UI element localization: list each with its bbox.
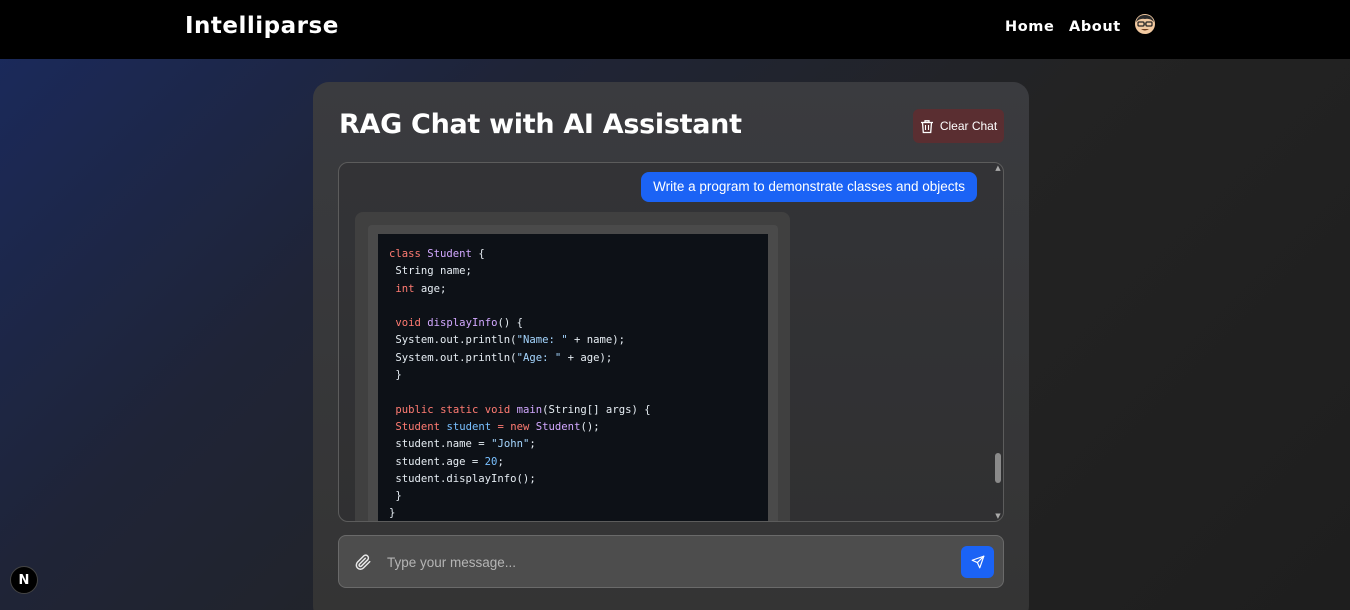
code-line: }: [389, 490, 402, 503]
code-line: void displayInfo() {: [395, 317, 523, 330]
user-message-bubble: Write a program to demonstrate classes a…: [641, 172, 977, 202]
code-line: public static void main(String[] args) {: [395, 403, 651, 416]
code-line: String name;: [389, 265, 472, 278]
code-block: class Student { String name; int age; vo…: [378, 234, 768, 521]
assistant-message-bubble: class Student { String name; int age; vo…: [355, 212, 790, 521]
code-line: Student student = new Student();: [395, 420, 600, 433]
clear-chat-label: Clear Chat: [939, 119, 998, 133]
nav-link-home[interactable]: Home: [1005, 19, 1054, 35]
scroll-up-arrow-icon[interactable]: ▲: [994, 163, 1002, 173]
code-line: System.out.println("Age: " + age);: [389, 351, 613, 364]
chat-messages[interactable]: Write a program to demonstrate classes a…: [338, 162, 1004, 522]
code-line: student.displayInfo();: [389, 472, 536, 485]
code-line: System.out.println("Name: " + name);: [389, 334, 625, 347]
chat-scrollbar[interactable]: ▲ ▼: [993, 163, 1003, 521]
code-line: int age;: [395, 282, 447, 295]
message-input-bar: [338, 535, 1004, 588]
send-icon: [971, 555, 984, 569]
message-input[interactable]: [387, 550, 947, 574]
code-line: }: [389, 369, 402, 382]
top-navbar: Intelliparse Home About: [0, 0, 1350, 59]
scroll-down-arrow-icon[interactable]: ▼: [994, 511, 1002, 521]
code-block-frame: class Student { String name; int age; vo…: [368, 225, 778, 521]
brand-logo[interactable]: Intelliparse: [185, 13, 339, 39]
trash-icon: [920, 119, 933, 133]
scrollbar-thumb[interactable]: [995, 453, 1001, 483]
code-line: student.age = 20;: [389, 455, 504, 468]
code-line: student.name = "John";: [389, 438, 536, 451]
paperclip-icon[interactable]: [354, 553, 372, 571]
code-line: class Student {: [389, 248, 485, 260]
code-line: }: [389, 507, 396, 520]
chat-card: RAG Chat with AI Assistant Clear Chat Wr…: [313, 82, 1029, 610]
clear-chat-button[interactable]: Clear Chat: [913, 109, 1004, 143]
nav-link-about[interactable]: About: [1069, 19, 1121, 35]
send-button[interactable]: [961, 546, 994, 578]
dev-tools-badge[interactable]: N: [10, 566, 38, 594]
page-title: RAG Chat with AI Assistant: [339, 109, 742, 140]
user-avatar-icon[interactable]: [1134, 13, 1156, 35]
